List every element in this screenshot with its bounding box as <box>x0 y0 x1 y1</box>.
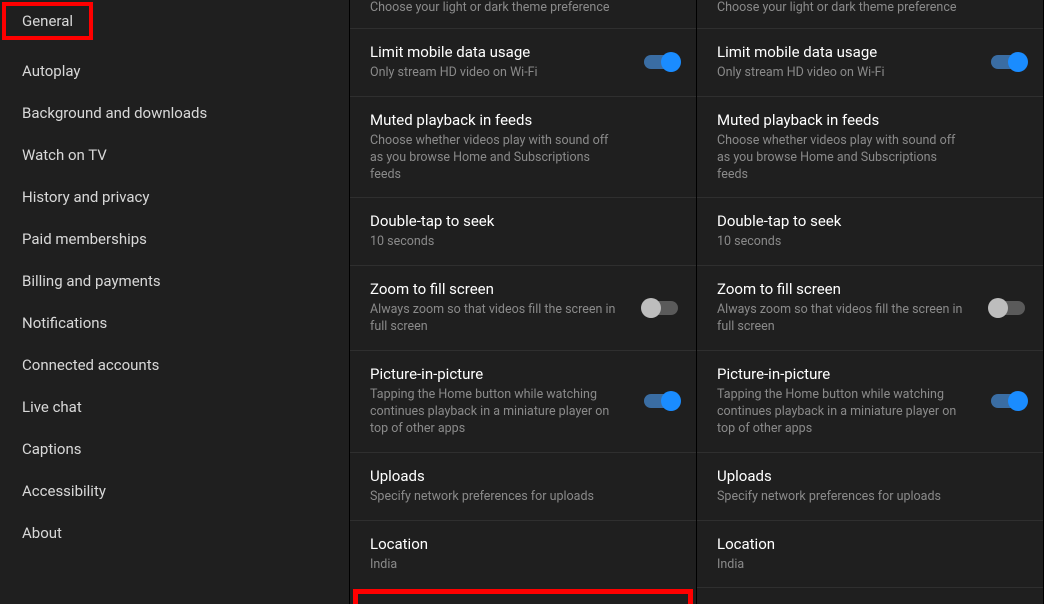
limit-data-title: Limit mobile data usage <box>717 43 1023 61</box>
setting-muted-playback[interactable]: Muted playback in feeds Choose whether v… <box>697 96 1043 198</box>
limit-data-desc: Only stream HD video on Wi-Fi <box>370 65 676 82</box>
settings-sidebar-panel: General Autoplay Background and download… <box>0 0 350 604</box>
setting-restricted-mode[interactable]: Restricted Mode This helps hide potentia… <box>358 594 688 604</box>
pip-title: Picture-in-picture <box>717 365 1023 383</box>
sidebar-item-background-downloads[interactable]: Background and downloads <box>0 92 349 134</box>
sidebar-item-billing-payments[interactable]: Billing and payments <box>0 260 349 302</box>
muted-desc: Choose whether videos play with sound of… <box>370 133 676 184</box>
zoom-title: Zoom to fill screen <box>370 280 676 298</box>
setting-location[interactable]: Location India <box>697 520 1043 588</box>
location-title: Location <box>717 535 1023 553</box>
location-desc: India <box>717 557 1023 574</box>
location-desc: India <box>370 557 676 574</box>
sidebar-item-captions[interactable]: Captions <box>0 428 349 470</box>
setting-muted-playback[interactable]: Muted playback in feeds Choose whether v… <box>350 96 696 198</box>
zoom-title: Zoom to fill screen <box>717 280 1023 298</box>
setting-limit-data[interactable]: Limit mobile data usage Only stream HD v… <box>697 28 1043 96</box>
sidebar-item-general[interactable]: General <box>2 2 93 40</box>
limit-data-title: Limit mobile data usage <box>370 43 676 61</box>
restricted-mode-highlight: Restricted Mode This helps hide potentia… <box>353 589 693 604</box>
doubletap-desc: 10 seconds <box>717 234 1023 251</box>
doubletap-desc: 10 seconds <box>370 234 676 251</box>
location-title: Location <box>370 535 676 553</box>
general-settings-panel-a: Choose your light or dark theme preferen… <box>350 0 697 604</box>
sidebar-item-about[interactable]: About <box>0 512 349 554</box>
limit-data-desc: Only stream HD video on Wi-Fi <box>717 65 1023 82</box>
setting-pip[interactable]: Picture-in-picture Tapping the Home butt… <box>350 350 696 452</box>
setting-uploads[interactable]: Uploads Specify network preferences for … <box>350 452 696 520</box>
sidebar-item-connected-accounts[interactable]: Connected accounts <box>0 344 349 386</box>
uploads-desc: Specify network preferences for uploads <box>717 489 1023 506</box>
setting-double-tap[interactable]: Double-tap to seek 10 seconds <box>350 197 696 265</box>
setting-restricted-mode[interactable]: Restricted Mode This helps hide potentia… <box>697 587 1043 604</box>
sidebar-item-live-chat[interactable]: Live chat <box>0 386 349 428</box>
zoom-toggle[interactable] <box>991 301 1025 315</box>
limit-data-toggle[interactable] <box>644 55 678 69</box>
setting-zoom-fill[interactable]: Zoom to fill screen Always zoom so that … <box>350 265 696 350</box>
sidebar-item-notifications[interactable]: Notifications <box>0 302 349 344</box>
muted-title: Muted playback in feeds <box>717 111 1023 129</box>
general-settings-panel-b: Choose your light or dark theme preferen… <box>697 0 1044 604</box>
muted-title: Muted playback in feeds <box>370 111 676 129</box>
setting-location[interactable]: Location India <box>350 520 696 588</box>
setting-uploads[interactable]: Uploads Specify network preferences for … <box>697 452 1043 520</box>
uploads-title: Uploads <box>370 467 676 485</box>
setting-pip[interactable]: Picture-in-picture Tapping the Home butt… <box>697 350 1043 452</box>
uploads-desc: Specify network preferences for uploads <box>370 489 676 506</box>
limit-data-toggle[interactable] <box>991 55 1025 69</box>
pip-desc: Tapping the Home button while watching c… <box>717 387 1023 438</box>
sidebar-item-accessibility[interactable]: Accessibility <box>0 470 349 512</box>
setting-double-tap[interactable]: Double-tap to seek 10 seconds <box>697 197 1043 265</box>
zoom-desc: Always zoom so that videos fill the scre… <box>370 302 676 336</box>
uploads-title: Uploads <box>717 467 1023 485</box>
setting-zoom-fill[interactable]: Zoom to fill screen Always zoom so that … <box>697 265 1043 350</box>
theme-desc: Choose your light or dark theme preferen… <box>370 0 676 17</box>
pip-title: Picture-in-picture <box>370 365 676 383</box>
pip-toggle[interactable] <box>644 394 678 408</box>
doubletap-title: Double-tap to seek <box>717 212 1023 230</box>
zoom-toggle[interactable] <box>644 301 678 315</box>
setting-theme[interactable]: Choose your light or dark theme preferen… <box>350 0 696 28</box>
pip-toggle[interactable] <box>991 394 1025 408</box>
setting-theme[interactable]: Choose your light or dark theme preferen… <box>697 0 1043 28</box>
pip-desc: Tapping the Home button while watching c… <box>370 387 676 438</box>
theme-desc: Choose your light or dark theme preferen… <box>717 0 1023 17</box>
zoom-desc: Always zoom so that videos fill the scre… <box>717 302 1023 336</box>
setting-limit-data[interactable]: Limit mobile data usage Only stream HD v… <box>350 28 696 96</box>
sidebar-general-label: General <box>22 12 73 30</box>
doubletap-title: Double-tap to seek <box>370 212 676 230</box>
sidebar-item-paid-memberships[interactable]: Paid memberships <box>0 218 349 260</box>
sidebar-item-autoplay[interactable]: Autoplay <box>0 50 349 92</box>
sidebar-item-watch-on-tv[interactable]: Watch on TV <box>0 134 349 176</box>
sidebar-item-history-privacy[interactable]: History and privacy <box>0 176 349 218</box>
muted-desc: Choose whether videos play with sound of… <box>717 133 1023 184</box>
